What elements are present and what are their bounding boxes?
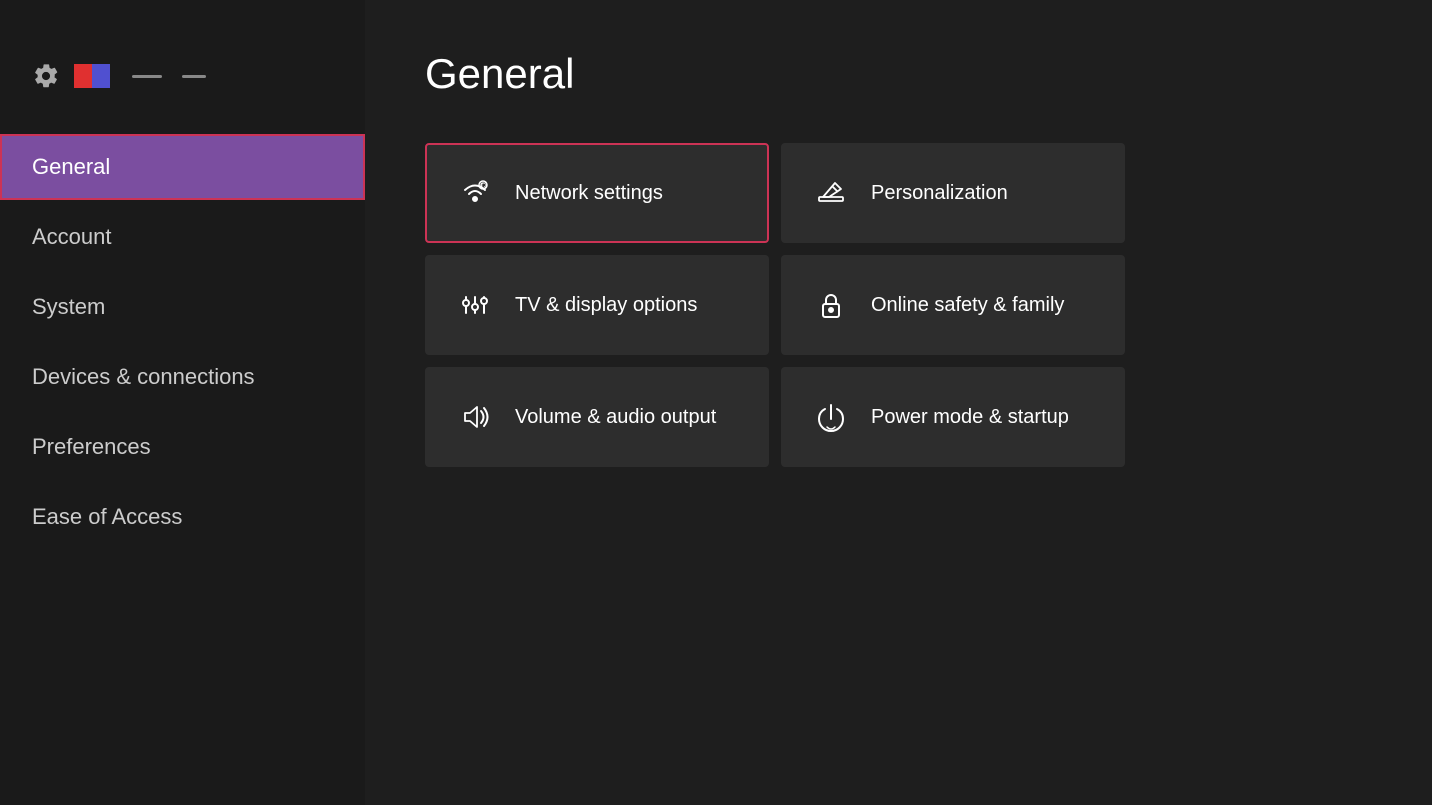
sidebar-item-preferences[interactable]: Preferences — [0, 414, 365, 480]
color-blocks — [74, 64, 110, 88]
page-title: General — [425, 50, 1372, 98]
volume-icon — [457, 399, 493, 435]
line-decoration-2 — [182, 75, 206, 78]
sidebar-header — [0, 40, 365, 122]
power-icon — [813, 399, 849, 435]
personalization-label: Personalization — [871, 182, 1008, 205]
network-settings-tile[interactable]: Network settings — [425, 143, 769, 243]
sidebar-item-system[interactable]: System — [0, 274, 365, 340]
power-mode-label: Power mode & startup — [871, 406, 1069, 429]
online-safety-tile[interactable]: Online safety & family — [781, 255, 1125, 355]
tv-display-label: TV & display options — [515, 294, 697, 317]
personalization-icon — [813, 175, 849, 211]
network-icon — [457, 175, 493, 211]
tv-display-tile[interactable]: TV & display options — [425, 255, 769, 355]
color-block-blue — [92, 64, 110, 88]
gear-icon — [30, 60, 62, 92]
personalization-tile[interactable]: Personalization — [781, 143, 1125, 243]
line-decoration-1 — [132, 75, 162, 78]
tv-display-icon — [457, 287, 493, 323]
lock-icon — [813, 287, 849, 323]
sidebar-item-ease-of-access[interactable]: Ease of Access — [0, 484, 365, 550]
sidebar-nav: General Account System Devices & connect… — [0, 132, 365, 552]
sidebar: General Account System Devices & connect… — [0, 0, 365, 805]
sidebar-item-devices-connections[interactable]: Devices & connections — [0, 344, 365, 410]
volume-audio-tile[interactable]: Volume & audio output — [425, 367, 769, 467]
color-block-red — [74, 64, 92, 88]
settings-grid: Network settings Personalization — [425, 143, 1125, 467]
main-content: General Network settings — [365, 0, 1432, 805]
sidebar-item-general[interactable]: General — [0, 134, 365, 200]
network-settings-label: Network settings — [515, 182, 663, 205]
power-mode-tile[interactable]: Power mode & startup — [781, 367, 1125, 467]
volume-audio-label: Volume & audio output — [515, 406, 716, 429]
online-safety-label: Online safety & family — [871, 294, 1064, 317]
sidebar-item-account[interactable]: Account — [0, 204, 365, 270]
